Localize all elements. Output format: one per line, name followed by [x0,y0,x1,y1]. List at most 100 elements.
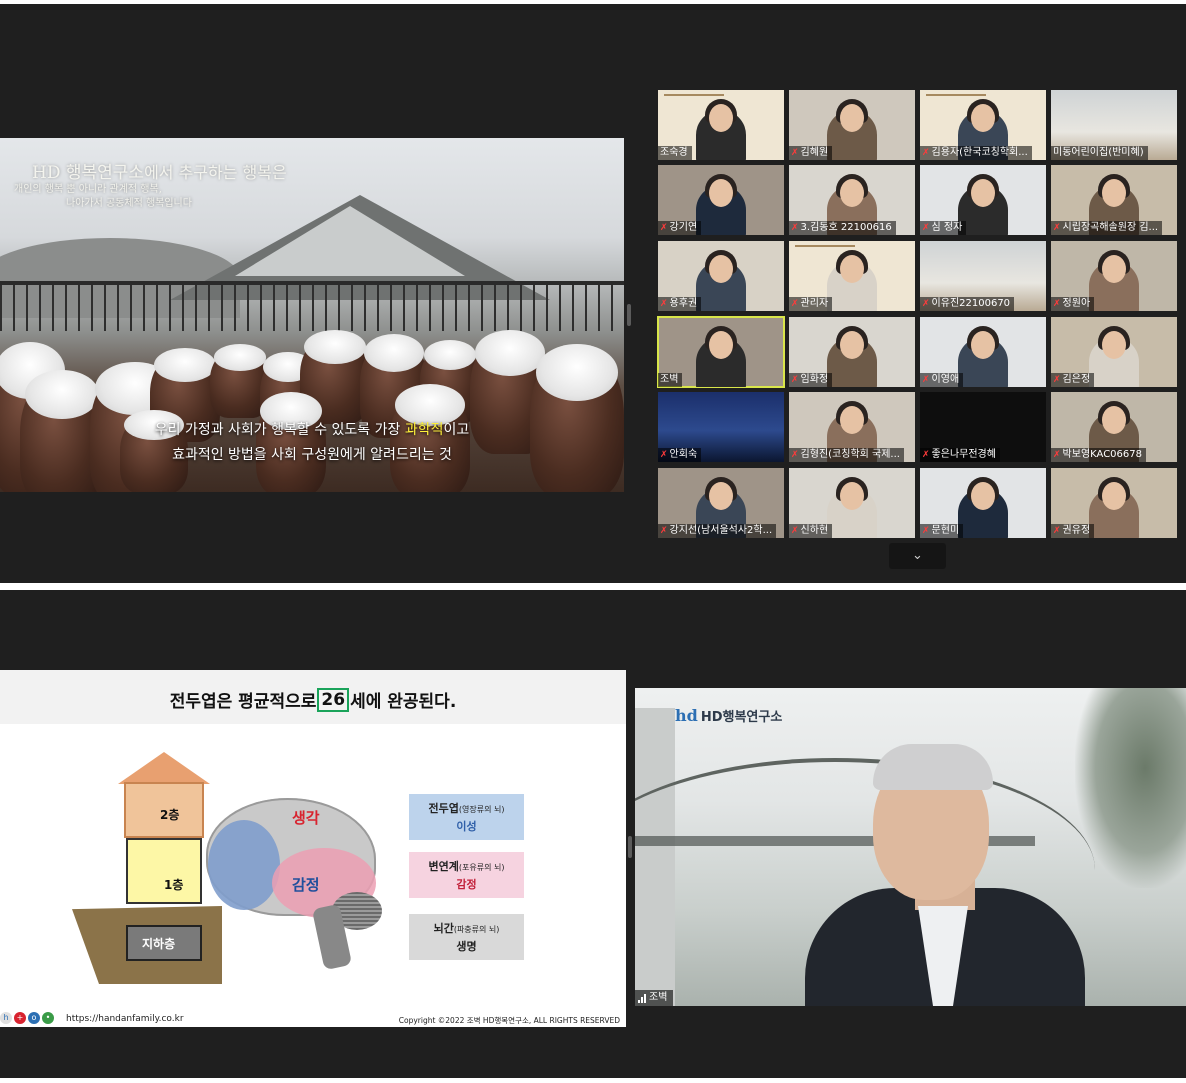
legend-title: 변연계 [428,860,459,873]
mic-muted-icon: ✗ [922,223,930,233]
participant-name: 강기연 [669,222,698,233]
participant-name: 시립장곡해솔원장 김... [1062,222,1159,233]
participant-tile[interactable]: ✗ 용후권 [658,241,784,311]
gallery-next-page-button[interactable]: ⌄ [889,543,946,569]
participant-tile[interactable]: ✗ 좋은나무전경혜 [920,392,1046,462]
participant-tile[interactable]: 조벽 [657,316,785,388]
participant-name-tag: ✗ 정원아 [1051,297,1095,311]
legend-detail: (포유류의 뇌) [458,863,505,872]
participant-tile[interactable]: ✗ 김혜원 [789,90,915,160]
participant-tile[interactable]: ✗ 정원아 [1051,241,1177,311]
participant-tile[interactable]: ✗ 강기연 [658,165,784,235]
speaker-background-logo: hd HD행복연구소 [675,706,782,725]
hd-logo-icon: h [0,1012,12,1024]
chevron-down-icon: ⌄ [912,548,923,563]
participant-tile[interactable]: ✗ 3.김동호 22100616 [789,165,915,235]
participant-face [840,255,864,283]
participant-name-tag: ✗ 3.김동호 22100616 [789,221,896,235]
participant-face [1102,482,1126,510]
participant-name: 김형진(코칭학회 국제... [800,449,900,460]
participant-tile[interactable]: ✗ 김은정 [1051,317,1177,387]
participant-name: 김용자(한국코칭학회... [931,147,1028,158]
title-text: 전두엽은 평균적으로 [169,692,317,712]
participant-tile[interactable]: ✗ 박보영KAC06678 [1051,392,1177,462]
participant-name: 강지선(남서울석사2학... [669,525,773,536]
meeting-window-gallery: HD 행복연구소에서 추구하는 행복은 개인의 행복 뿐 아니라 관계적 행복,… [0,4,1186,583]
participant-tile[interactable]: ✗ 문현미 [920,468,1046,538]
participant-name-tag: ✗ 권유정 [1051,524,1095,538]
participant-tile[interactable]: ✗ 시립장곡해솔원장 김... [1051,165,1177,235]
brain-emotion-label: 감정 [292,876,320,894]
floor-2-label: 2층 [160,808,180,822]
mic-muted-icon: ✗ [660,299,668,309]
signal-strength-icon [638,993,646,1003]
participant-tile[interactable]: ✗ 강지선(남서울석사2학... [658,468,784,538]
participant-face [971,179,995,207]
speaker-hair [873,744,993,790]
participant-face [971,104,995,132]
participant-tile[interactable]: ✗ 이영애 [920,317,1046,387]
split-view-handle[interactable] [628,836,632,858]
title-text: 세에 완공된다. [350,692,457,712]
participant-tile[interactable]: ✗ 신하현 [789,468,915,538]
participant-name-tag: ✗ 관리자 [789,297,833,311]
hd-logo-mark: hd [675,706,698,725]
legend-title: 전두엽 [428,802,459,815]
participant-tile[interactable]: ✗ 이유진22100670 [920,241,1046,311]
caption-line-1: 우리 가정과 사회가 행복할 수 있도록 가장 과학적이고 [0,419,624,439]
participant-name: 용후권 [669,298,698,309]
house-roof [118,752,210,784]
mountain-snow-shape [235,206,465,276]
speaker-name: 조벽 [649,992,668,1003]
mic-muted-icon: ✗ [1053,223,1061,233]
participant-name-tag: ✗ 강지선(남서울석사2학... [658,524,777,538]
brain-legend-box: 변연계(포유류의 뇌) 감정 [409,852,524,898]
background-tree [1075,688,1186,888]
house-floor-1 [126,838,202,904]
leaf-logo-icon: • [42,1012,54,1024]
shared-screen-slide: HD 행복연구소에서 추구하는 행복은 개인의 행복 뿐 아니라 관계적 행복,… [0,138,624,492]
participant-tile[interactable]: 미동어린이집(반미혜) [1051,90,1177,160]
participant-face [971,331,995,359]
legend-role: 이성 [456,820,477,833]
mic-muted-icon: ✗ [791,223,799,233]
participant-face [709,255,733,283]
caption-text: 우리 가정과 사회가 행복할 수 있도록 가장 [154,422,405,438]
participant-name: 조벽 [660,374,679,385]
participant-name-tag: ✗ 김형진(코칭학회 국제... [789,448,904,462]
floor-1-label: 1층 [164,878,184,892]
participant-name-tag: ✗ 시립장곡해솔원장 김... [1051,221,1163,235]
participant-tile[interactable]: ✗ 안회숙 [658,392,784,462]
legend-role: 생명 [456,940,477,953]
legend-detail: (파충류의 뇌) [453,925,500,934]
participant-tile[interactable]: 조숙경 [658,90,784,160]
participant-name: 문현미 [931,525,960,536]
mic-muted-icon: ✗ [791,526,799,536]
jar [390,384,470,492]
participant-tile[interactable]: ✗ 김형진(코칭학회 국제... [789,392,915,462]
participant-name: 김은정 [1062,374,1091,385]
split-view-handle[interactable] [627,304,631,326]
mic-muted-icon: ✗ [922,526,930,536]
speaker-name-tag: 조벽 [635,990,674,1006]
slide-heading-rest: 에서 추구하는 행복은 [144,163,287,182]
participant-name-tag: ✗ 이영애 [920,373,964,387]
participant-name-tag: ✗ 이유진22100670 [920,297,1015,311]
participant-face [1102,331,1126,359]
speaker-video[interactable]: hd HD행복연구소 조벽 [635,688,1186,1006]
participant-tile[interactable]: ✗ 권유정 [1051,468,1177,538]
participant-tile[interactable]: ✗ 관리자 [789,241,915,311]
participant-name-tag: ✗ 안회숙 [658,448,702,462]
participant-name-tag: ✗ 김혜원 [789,146,833,160]
brain-thought-label: 생각 [292,809,320,827]
mic-muted-icon: ✗ [791,299,799,309]
mic-muted-icon: ✗ [660,450,668,460]
participant-tile[interactable]: ✗ 심 정자 [920,165,1046,235]
participant-face [840,104,864,132]
participant-name: 이유진22100670 [931,298,1011,309]
participant-tile[interactable]: ✗ 임화정 [789,317,915,387]
participant-face [1102,406,1126,434]
mic-muted-icon: ✗ [1053,375,1061,385]
participant-face [1102,179,1126,207]
participant-tile[interactable]: ✗ 김용자(한국코칭학회... [920,90,1046,160]
